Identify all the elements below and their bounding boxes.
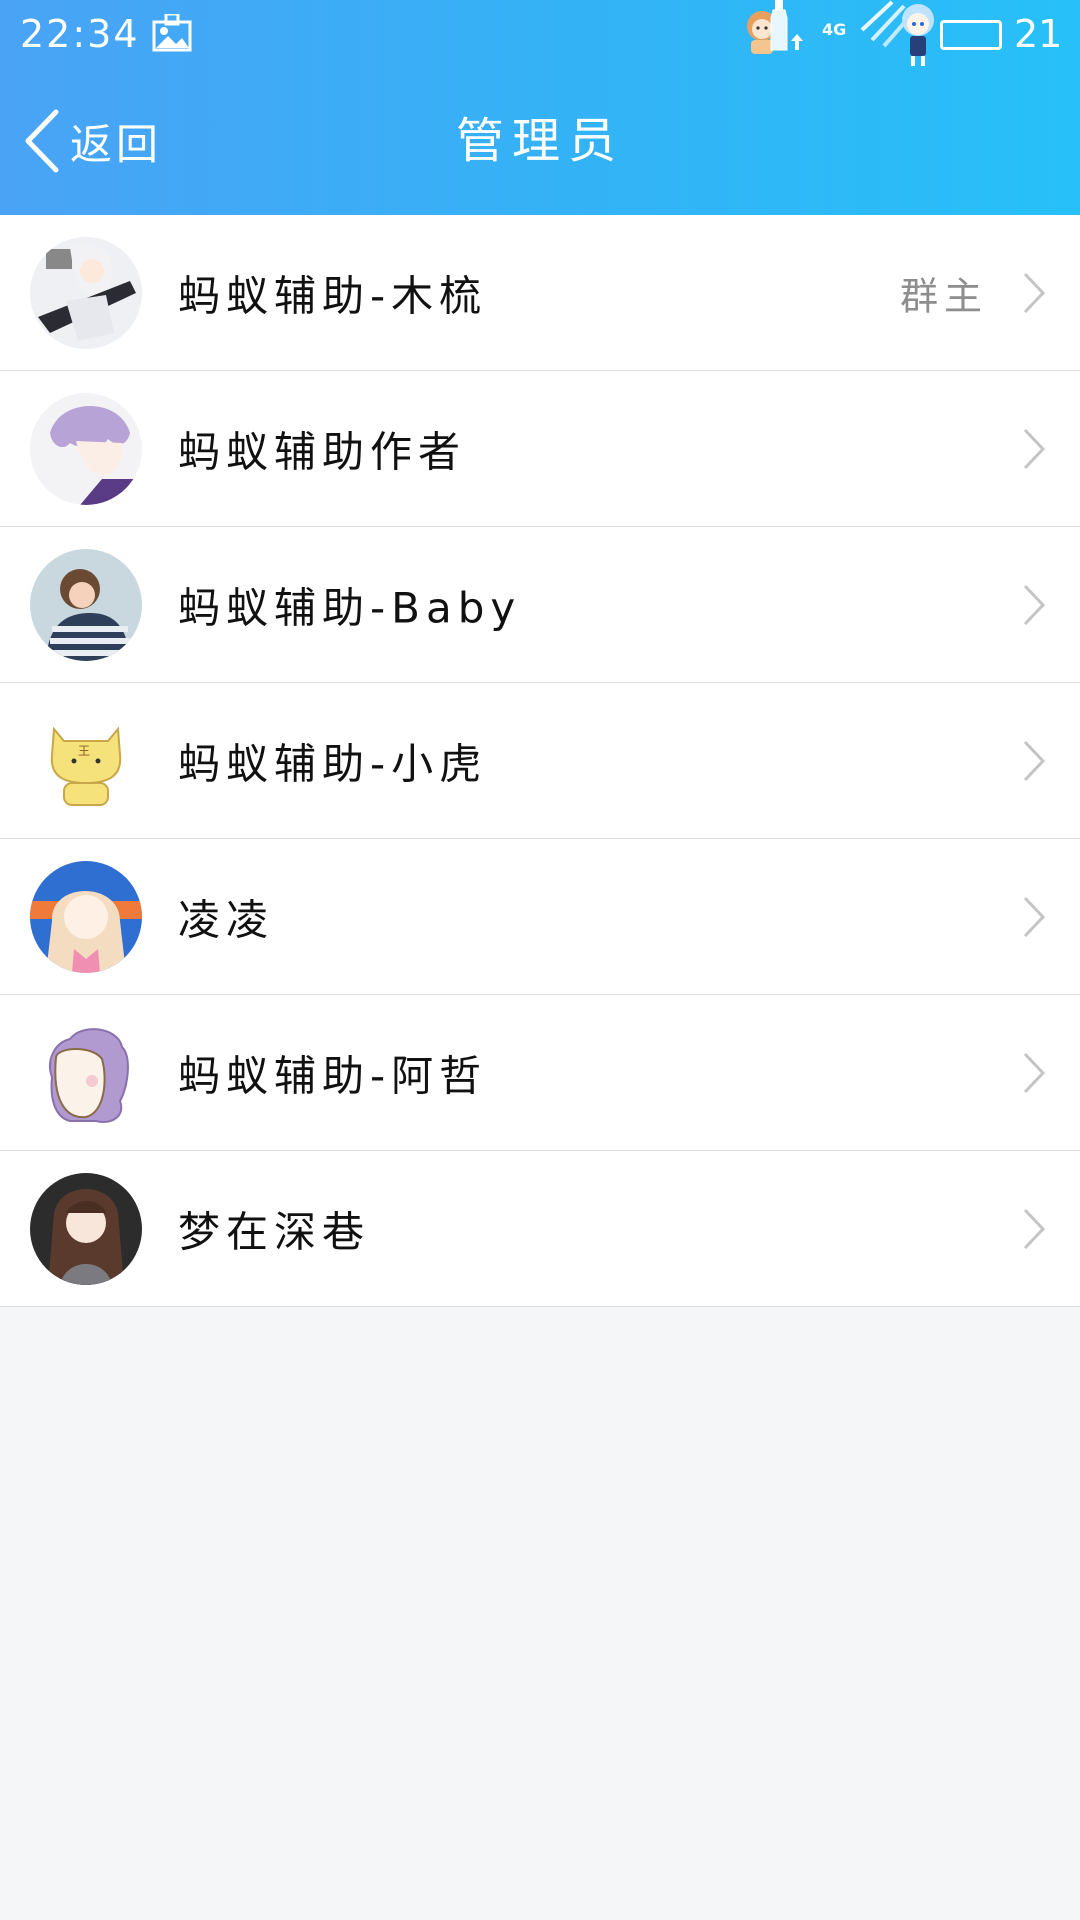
member-name: 蚂蚁辅助-木梳 bbox=[178, 271, 488, 320]
list-item[interactable]: 梦在深巷 bbox=[0, 1151, 1080, 1307]
upload-arrow-icon bbox=[791, 34, 803, 50]
chevron-right-icon bbox=[1023, 272, 1046, 313]
avatar bbox=[30, 393, 142, 505]
battery-icon bbox=[940, 20, 1002, 50]
member-name: 梦在深巷 bbox=[178, 1207, 371, 1256]
chevron-right-icon bbox=[1023, 740, 1046, 781]
chevron-right-icon bbox=[1023, 896, 1046, 937]
svg-text:王: 王 bbox=[78, 744, 90, 758]
list-item[interactable]: 蚂蚁辅助-阿哲 bbox=[0, 995, 1080, 1151]
avatar bbox=[30, 1017, 142, 1129]
member-name: 蚂蚁辅助-Baby bbox=[178, 583, 522, 632]
gallery-notification-icon bbox=[152, 14, 192, 52]
sticker-doll-icon bbox=[902, 4, 934, 66]
list-item[interactable]: 王 蚂蚁辅助-小虎 bbox=[0, 683, 1080, 839]
chevron-right-icon bbox=[1023, 1052, 1046, 1093]
chevron-right-icon bbox=[1023, 1208, 1046, 1249]
status-time: 22:34 bbox=[20, 12, 140, 56]
member-name: 凌凌 bbox=[178, 895, 275, 944]
status-bar: 22:34 4G 21 bbox=[0, 0, 1080, 66]
avatar bbox=[30, 861, 142, 973]
avatar bbox=[30, 1173, 142, 1285]
page-title: 管理员 bbox=[455, 113, 624, 169]
nav-bar: 返回 管理员 bbox=[0, 66, 1080, 215]
avatar: 王 bbox=[30, 705, 142, 817]
avatar bbox=[30, 549, 142, 661]
admin-list: 蚂蚁辅助-木梳 群主 蚂蚁辅助作者 蚂蚁辅助-Baby 王 蚂蚁辅助-小虎 凌凌… bbox=[0, 215, 1080, 1307]
chevron-right-icon bbox=[1023, 428, 1046, 469]
list-item[interactable]: 蚂蚁辅助-木梳 群主 bbox=[0, 215, 1080, 371]
list-item[interactable]: 蚂蚁辅助-Baby bbox=[0, 527, 1080, 683]
app-header: 22:34 4G 21 返回 管理员 bbox=[0, 0, 1080, 215]
list-item[interactable]: 凌凌 bbox=[0, 839, 1080, 995]
chevron-right-icon bbox=[1023, 584, 1046, 625]
network-type: 4G bbox=[822, 20, 847, 39]
battery-level: 21 bbox=[1014, 12, 1063, 56]
member-name: 蚂蚁辅助作者 bbox=[178, 427, 467, 476]
avatar bbox=[30, 237, 142, 349]
list-item[interactable]: 蚂蚁辅助作者 bbox=[0, 371, 1080, 527]
member-name: 蚂蚁辅助-小虎 bbox=[178, 739, 488, 788]
role-badge: 群主 bbox=[899, 274, 988, 318]
bottle-icon bbox=[770, 0, 788, 51]
member-name: 蚂蚁辅助-阿哲 bbox=[178, 1051, 488, 1100]
